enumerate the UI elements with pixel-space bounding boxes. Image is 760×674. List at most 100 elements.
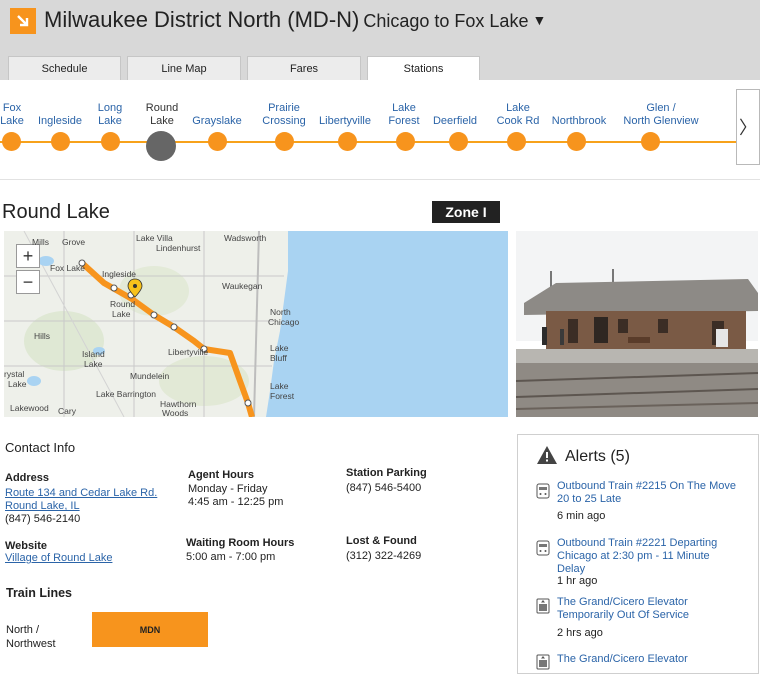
line-name-1: North /: [6, 624, 40, 636]
tab-fares[interactable]: Fares: [247, 56, 361, 80]
map-label: Round: [110, 299, 136, 309]
station-dot[interactable]: [567, 132, 586, 151]
address-link-line2[interactable]: Round Lake, IL: [5, 499, 80, 513]
tab-label: Stations: [403, 63, 444, 75]
lost-found-label: Lost & Found: [346, 535, 417, 547]
website-link[interactable]: Village of Round Lake: [5, 551, 112, 565]
station-dot[interactable]: [641, 132, 660, 151]
map-label: Waukegan: [222, 281, 263, 291]
parking-phone: (847) 546-5400: [346, 482, 422, 494]
arrow-down-right-icon: [17, 15, 29, 27]
map-label: Lake: [8, 379, 27, 389]
map-label: Cary: [58, 406, 76, 416]
mdn-line-badge[interactable]: MDN: [92, 612, 208, 647]
station-photo: [516, 231, 758, 417]
map-label: Lake Villa: [136, 233, 173, 243]
map-label: Woods: [162, 408, 189, 417]
line-title[interactable]: Milwaukee District North (MD-N) Chicago t…: [44, 7, 546, 33]
map-label: Lindenhurst: [156, 243, 201, 253]
waiting-room-time: 5:00 am - 7:00 pm: [186, 551, 276, 563]
tab-label: Fares: [289, 62, 319, 75]
station-dot[interactable]: [51, 132, 70, 151]
map-label: Bluff: [270, 353, 287, 363]
alert-time-2: 1 hr ago: [557, 575, 598, 587]
map-canvas: [4, 231, 508, 417]
tab-line-map[interactable]: Line Map: [127, 56, 241, 80]
zone-badge: Zone I: [432, 201, 500, 223]
parking-label: Station Parking: [346, 467, 427, 479]
contact-info-heading: Contact Info: [5, 440, 76, 455]
train-alert-icon: [536, 483, 550, 499]
map-label: Forest: [270, 391, 295, 401]
address-label: Address: [5, 472, 50, 484]
station-dot[interactable]: [338, 132, 357, 151]
station-dot[interactable]: [396, 132, 415, 151]
map-label: rystal: [4, 369, 25, 379]
station-label: Northbrook: [551, 115, 607, 127]
map-label: Island: [82, 349, 105, 359]
alert-link-1[interactable]: Outbound Train #2215 On The Move 20 to 25…: [557, 480, 753, 506]
zoom-in-button[interactable]: +: [16, 244, 40, 268]
train-alert-icon: [536, 540, 550, 556]
mdn-badge-label: MDN: [139, 624, 161, 635]
station-dot[interactable]: [2, 132, 21, 151]
chevron-right-icon: 〉: [739, 118, 757, 138]
map-label: Lake: [270, 343, 289, 353]
warning-icon: [537, 446, 557, 464]
alert-link-2[interactable]: Outbound Train #2221 Departing Chicago at…: [557, 537, 753, 576]
station-map[interactable]: + − Mills Grove Lake Villa Lindenhurst W…: [4, 231, 508, 417]
address-phone: (847) 546-2140: [5, 513, 81, 525]
elevator-alert-icon: [536, 598, 550, 614]
plus-icon: +: [22, 245, 34, 266]
map-label: Libertyville: [168, 347, 209, 357]
alert-link-4[interactable]: The Grand/Cicero Elevator: [557, 653, 753, 666]
tab-stations[interactable]: Stations: [367, 56, 480, 81]
map-label: Lake: [112, 309, 131, 319]
tab-label: Schedule: [41, 62, 88, 75]
station-dot[interactable]: [101, 132, 120, 151]
map-label: Hills: [34, 331, 51, 341]
alerts-heading: Alerts (5): [565, 448, 630, 465]
map-label: Mundelein: [130, 371, 170, 381]
station-dot[interactable]: [208, 132, 227, 151]
station-building-image: [516, 231, 758, 417]
map-label: Wadsworth: [224, 233, 267, 243]
map-label: North: [270, 307, 291, 317]
map-label: Ingleside: [102, 269, 137, 279]
map-label: Chicago: [268, 317, 300, 327]
zoom-out-button[interactable]: −: [16, 270, 40, 294]
lost-found-phone: (312) 322-4269: [346, 550, 422, 562]
station-label: Glen / North Glenview: [623, 102, 699, 127]
map-label: Lake: [84, 359, 103, 369]
map-label: Lakewood: [10, 403, 49, 413]
map-label: Grove: [62, 237, 86, 247]
station-dot[interactable]: [449, 132, 468, 151]
station-dot[interactable]: [275, 132, 294, 151]
map-label: Mills: [32, 237, 49, 247]
metra-logo[interactable]: [10, 8, 36, 34]
minus-icon: −: [22, 271, 34, 292]
alert-time-3: 2 hrs ago: [557, 627, 603, 639]
station-title: Round Lake: [2, 201, 110, 223]
tab-label: Line Map: [161, 62, 207, 75]
page-header: Milwaukee District North (MD-N) Chicago t…: [0, 0, 760, 81]
alert-time-1: 6 min ago: [557, 510, 606, 522]
map-label: Lake: [270, 381, 289, 391]
agent-hours-time: 4:45 am - 12:25 pm: [188, 496, 284, 508]
next-stations-button[interactable]: 〉: [736, 89, 760, 165]
alert-link-3[interactable]: The Grand/Cicero Elevator Temporarily Out…: [557, 596, 753, 622]
map-label: Lake Barrington: [96, 389, 157, 399]
agent-hours-days: Monday - Friday: [188, 483, 268, 495]
agent-hours-label: Agent Hours: [188, 469, 254, 481]
waiting-room-label: Waiting Room Hours: [186, 537, 295, 549]
map-label: Fox Lake: [50, 263, 85, 273]
line-name: Milwaukee District North (MD-N): [44, 7, 360, 32]
station-dot[interactable]: [507, 132, 526, 151]
station-dot-current[interactable]: [146, 131, 176, 161]
station-strip: Fox Lake Ingleside Long Lake Round Lake Gra…: [0, 80, 760, 180]
address-link-line1[interactable]: Route 134 and Cedar Lake Rd.: [5, 486, 157, 500]
line-direction: Chicago to Fox Lake: [363, 11, 529, 31]
tab-schedule[interactable]: Schedule: [8, 56, 121, 80]
chevron-down-icon[interactable]: ▼: [532, 12, 546, 28]
train-lines-heading: Train Lines: [6, 586, 72, 600]
